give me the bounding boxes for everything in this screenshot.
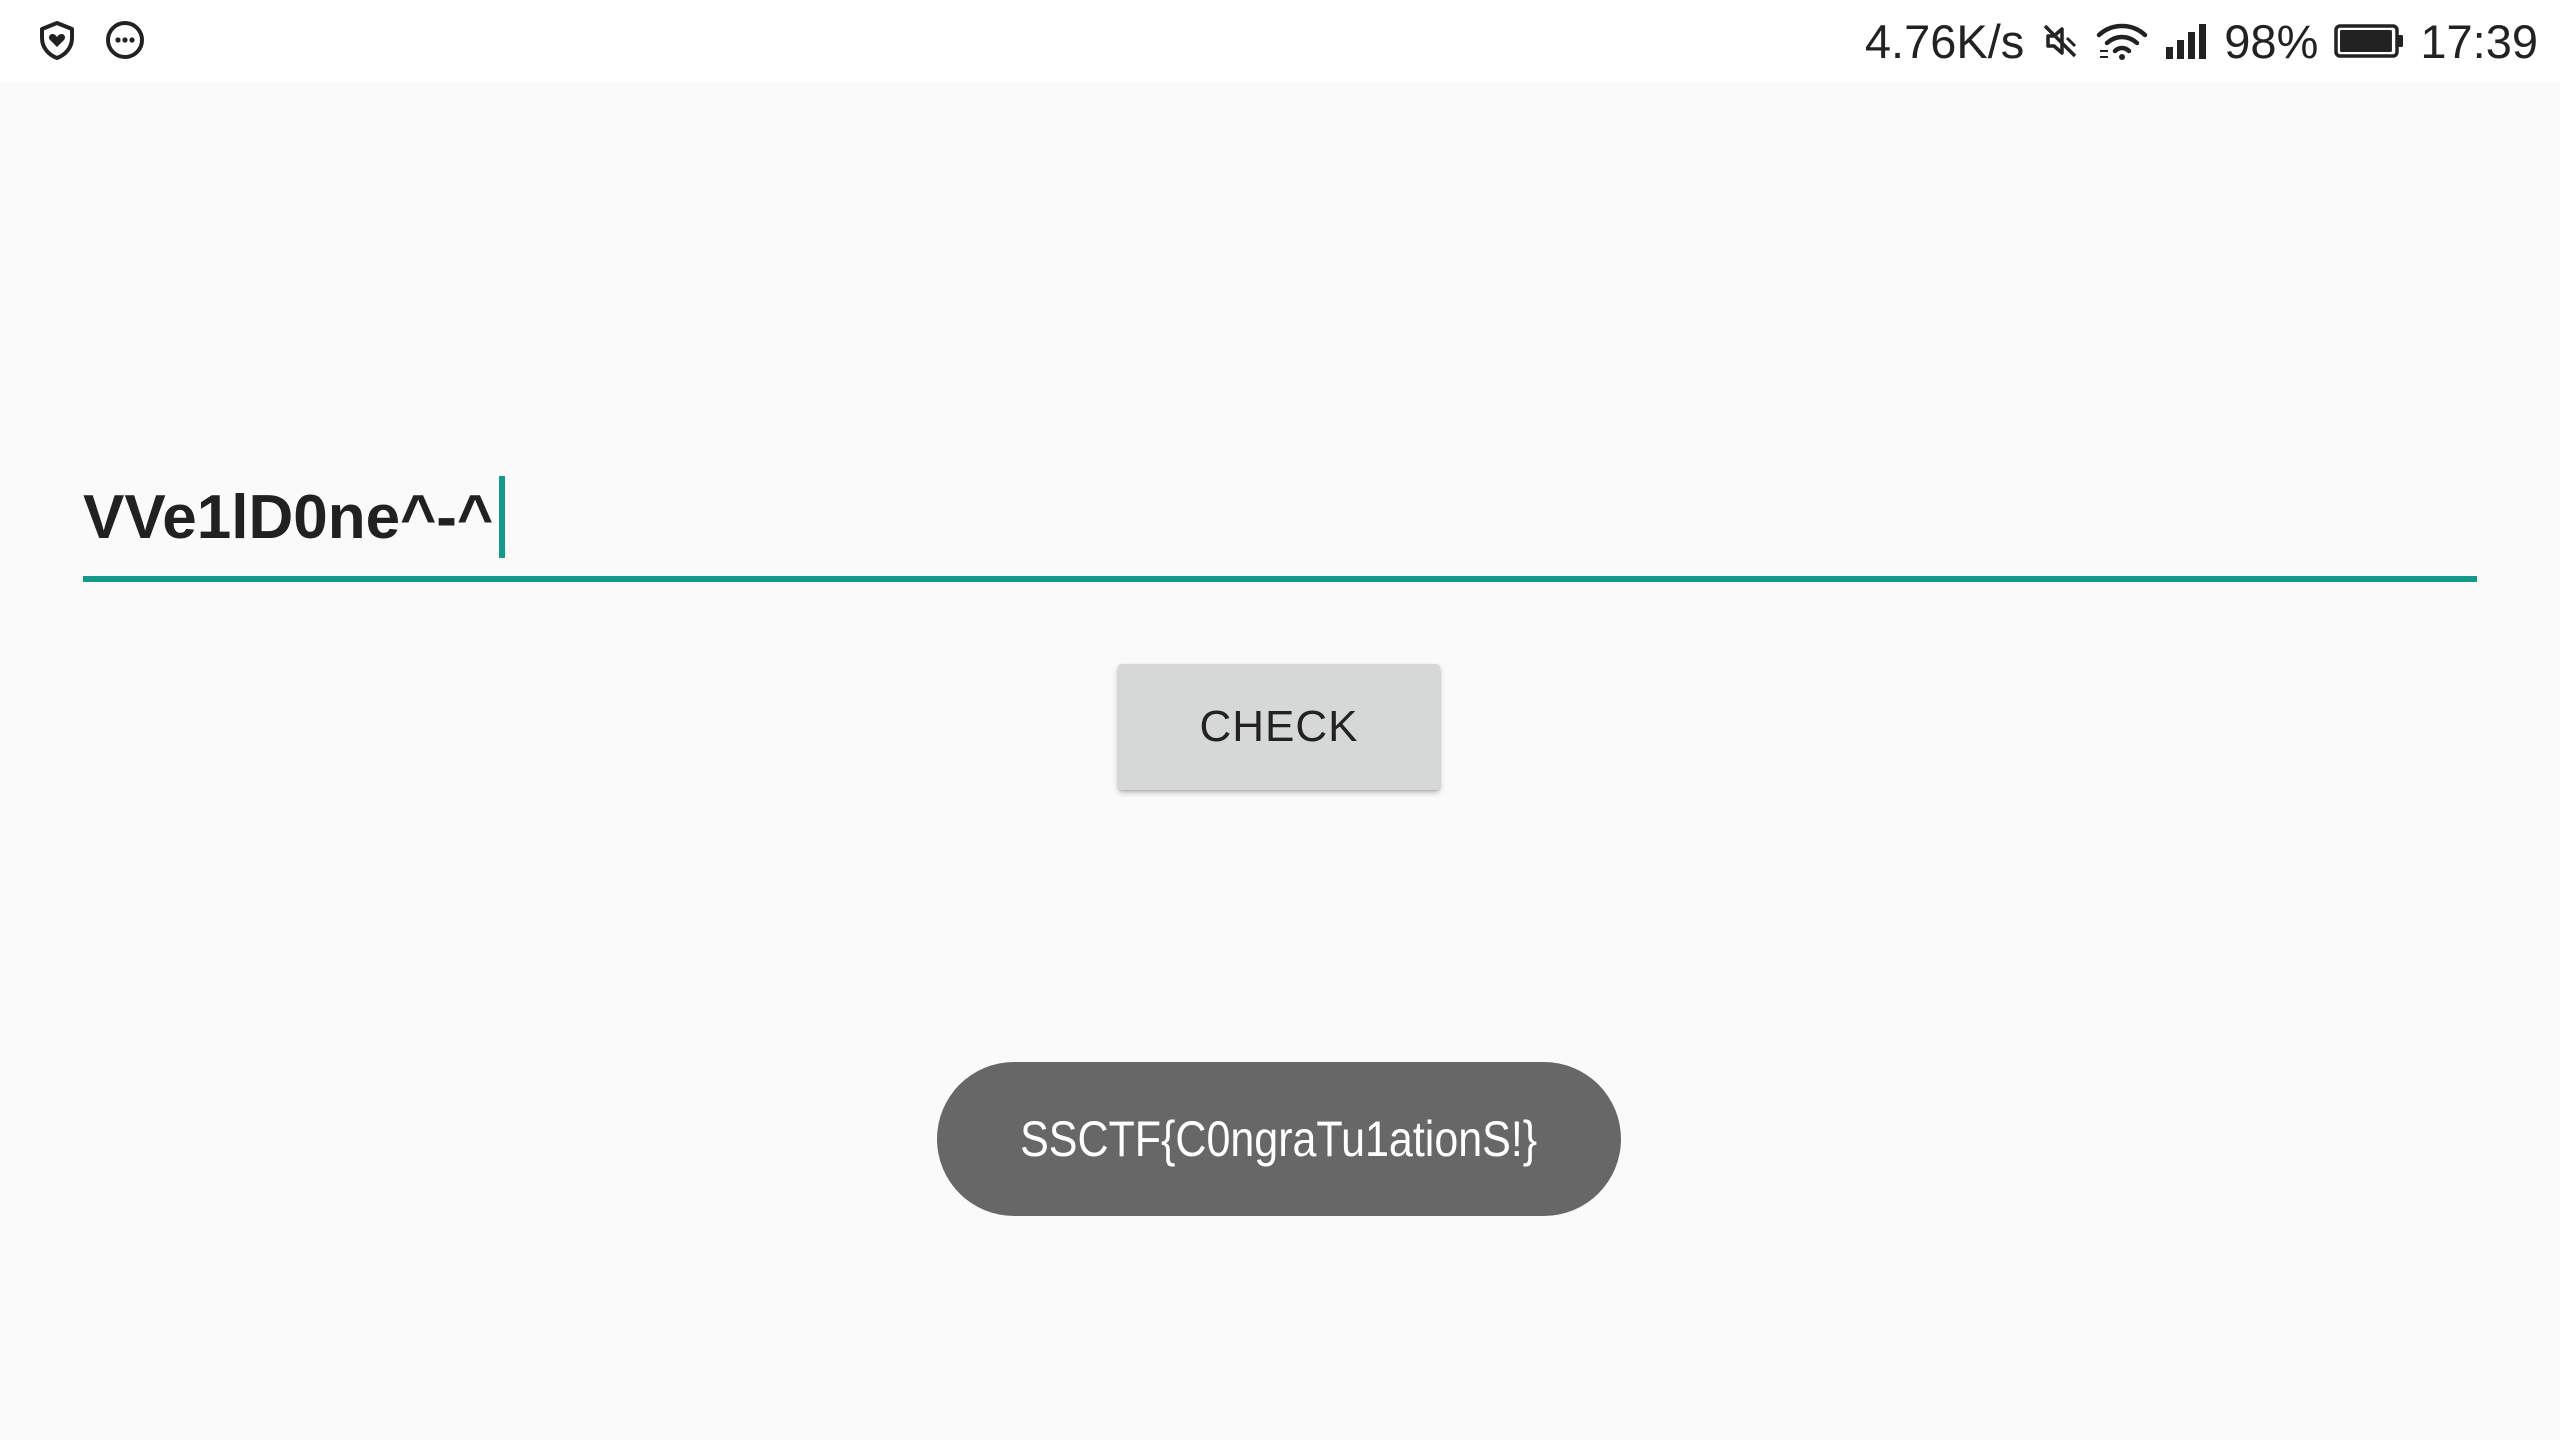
password-input-text[interactable]: VVe1lD0ne^-^	[83, 472, 506, 562]
app-screen: 4.76K/s 98% 17:39 VVe1lD0ne^-^ CHECK SSC…	[0, 0, 2560, 1440]
clock: 17:39	[2420, 14, 2538, 68]
check-button[interactable]: CHECK	[1118, 664, 1440, 790]
chat-bubble-icon	[104, 19, 146, 61]
wifi-icon	[2096, 21, 2148, 61]
input-value: VVe1lD0ne^-^	[83, 482, 494, 552]
input-underline	[83, 576, 2477, 582]
text-cursor	[499, 476, 506, 558]
signal-icon	[2164, 21, 2208, 61]
password-input[interactable]: VVe1lD0ne^-^	[83, 472, 2477, 582]
status-bar: 4.76K/s 98% 17:39	[0, 0, 2560, 82]
toast-text: SSCTF{C0ngraTu1ationS!}	[1020, 1111, 1538, 1167]
battery-percent: 98%	[2224, 14, 2319, 68]
toast-message: SSCTF{C0ngraTu1ationS!}	[937, 1062, 1621, 1216]
status-bar-left	[36, 19, 146, 61]
mute-icon	[2040, 21, 2080, 61]
status-bar-right: 4.76K/s 98% 17:39	[1865, 0, 2538, 82]
network-speed: 4.76K/s	[1864, 14, 2025, 68]
battery-icon	[2334, 21, 2404, 61]
shield-heart-icon	[36, 19, 78, 61]
